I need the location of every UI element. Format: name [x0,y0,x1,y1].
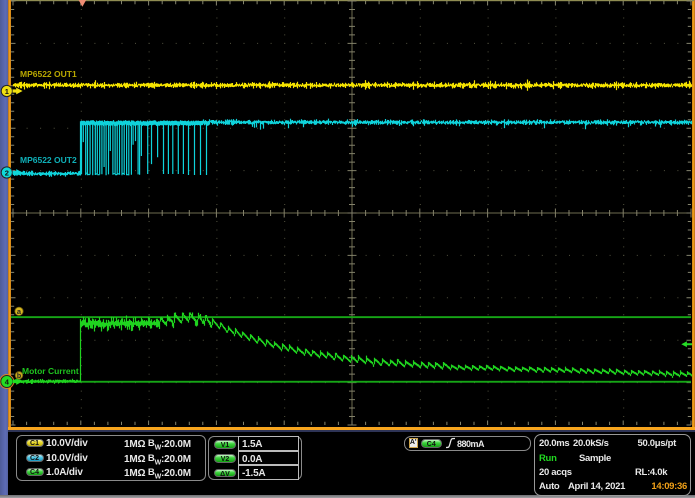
svg-text:Motor Current: Motor Current [22,366,79,376]
svg-text:MP6522 OUT2: MP6522 OUT2 [20,155,77,165]
svg-text:1: 1 [5,87,9,96]
svg-text:b: b [17,373,21,380]
svg-text:MP6522 OUT1: MP6522 OUT1 [20,69,77,79]
svg-text:2: 2 [5,169,9,178]
